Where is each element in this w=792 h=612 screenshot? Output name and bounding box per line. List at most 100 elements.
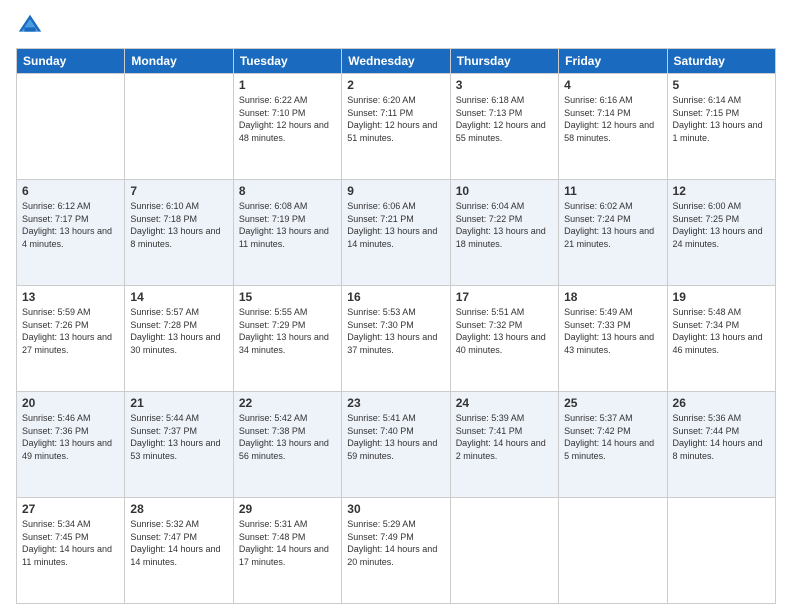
- day-number: 27: [22, 502, 119, 516]
- day-cell: 10 Sunrise: 6:04 AM Sunset: 7:22 PM Dayli…: [450, 180, 558, 286]
- day-info: Sunrise: 6:22 AM Sunset: 7:10 PM Dayligh…: [239, 94, 336, 144]
- day-info: Sunrise: 5:53 AM Sunset: 7:30 PM Dayligh…: [347, 306, 444, 356]
- day-cell: 7 Sunrise: 6:10 AM Sunset: 7:18 PM Daylig…: [125, 180, 233, 286]
- day-cell: [559, 498, 667, 604]
- day-cell: 13Sunrise: 5:59 AM Sunset: 7:26 PM Dayli…: [17, 286, 125, 392]
- logo: [16, 12, 46, 40]
- day-number: 8: [239, 184, 336, 198]
- day-info: Sunrise: 6:18 AM Sunset: 7:13 PM Dayligh…: [456, 94, 553, 144]
- week-row-2: 6Sunrise: 6:12 AM Sunset: 7:17 PM Daylig…: [17, 180, 776, 286]
- day-cell: 19 Sunrise: 5:48 AM Sunset: 7:34 PM Dayli…: [667, 286, 775, 392]
- day-info: Sunrise: 6:02 AM Sunset: 7:24 PM Dayligh…: [564, 200, 661, 250]
- day-number: 5: [673, 78, 770, 92]
- page: SundayMondayTuesdayWednesdayThursdayFrid…: [0, 0, 792, 612]
- day-info: Sunrise: 6:10 AM Sunset: 7:18 PM Dayligh…: [130, 200, 227, 250]
- day-number: 19: [673, 290, 770, 304]
- day-number: 9: [347, 184, 444, 198]
- day-info: Sunrise: 5:36 AM Sunset: 7:44 PM Dayligh…: [673, 412, 770, 462]
- day-info: Sunrise: 5:46 AM Sunset: 7:36 PM Dayligh…: [22, 412, 119, 462]
- day-number: 3: [456, 78, 553, 92]
- weekday-header-tuesday: Tuesday: [233, 49, 341, 74]
- day-cell: 29 Sunrise: 5:31 AM Sunset: 7:48 PM Dayli…: [233, 498, 341, 604]
- day-info: Sunrise: 5:48 AM Sunset: 7:34 PM Dayligh…: [673, 306, 770, 356]
- day-info: Sunrise: 6:12 AM Sunset: 7:17 PM Dayligh…: [22, 200, 119, 250]
- day-info: Sunrise: 5:49 AM Sunset: 7:33 PM Dayligh…: [564, 306, 661, 356]
- day-cell: [125, 74, 233, 180]
- day-cell: 24 Sunrise: 5:39 AM Sunset: 7:41 PM Dayli…: [450, 392, 558, 498]
- day-number: 30: [347, 502, 444, 516]
- day-cell: 20 Sunrise: 5:46 AM Sunset: 7:36 PM Dayli…: [17, 392, 125, 498]
- day-number: 25: [564, 396, 661, 410]
- day-number: 26: [673, 396, 770, 410]
- day-info: Sunrise: 5:42 AM Sunset: 7:38 PM Dayligh…: [239, 412, 336, 462]
- week-row-1: 1Sunrise: 6:22 AM Sunset: 7:10 PM Daylig…: [17, 74, 776, 180]
- day-number: 21: [130, 396, 227, 410]
- day-cell: 22 Sunrise: 5:42 AM Sunset: 7:38 PM Dayli…: [233, 392, 341, 498]
- day-number: 15: [239, 290, 336, 304]
- day-cell: 1Sunrise: 6:22 AM Sunset: 7:10 PM Daylig…: [233, 74, 341, 180]
- day-cell: 12 Sunrise: 6:00 AM Sunset: 7:25 PM Dayli…: [667, 180, 775, 286]
- day-cell: [667, 498, 775, 604]
- day-cell: 18Sunrise: 5:49 AM Sunset: 7:33 PM Dayli…: [559, 286, 667, 392]
- day-number: 28: [130, 502, 227, 516]
- day-info: Sunrise: 6:16 AM Sunset: 7:14 PM Dayligh…: [564, 94, 661, 144]
- day-number: 23: [347, 396, 444, 410]
- day-cell: 17 Sunrise: 5:51 AM Sunset: 7:32 PM Dayli…: [450, 286, 558, 392]
- day-info: Sunrise: 5:51 AM Sunset: 7:32 PM Dayligh…: [456, 306, 553, 356]
- day-info: Sunrise: 5:32 AM Sunset: 7:47 PM Dayligh…: [130, 518, 227, 568]
- day-number: 10: [456, 184, 553, 198]
- day-number: 11: [564, 184, 661, 198]
- day-cell: 8 Sunrise: 6:08 AM Sunset: 7:19 PM Daylig…: [233, 180, 341, 286]
- day-number: 2: [347, 78, 444, 92]
- day-info: Sunrise: 5:39 AM Sunset: 7:41 PM Dayligh…: [456, 412, 553, 462]
- day-cell: [17, 74, 125, 180]
- day-info: Sunrise: 5:37 AM Sunset: 7:42 PM Dayligh…: [564, 412, 661, 462]
- logo-icon: [16, 12, 44, 40]
- day-cell: 25 Sunrise: 5:37 AM Sunset: 7:42 PM Dayli…: [559, 392, 667, 498]
- weekday-header-wednesday: Wednesday: [342, 49, 450, 74]
- day-cell: 9 Sunrise: 6:06 AM Sunset: 7:21 PM Daylig…: [342, 180, 450, 286]
- day-cell: 26 Sunrise: 5:36 AM Sunset: 7:44 PM Dayli…: [667, 392, 775, 498]
- day-number: 22: [239, 396, 336, 410]
- calendar-table: SundayMondayTuesdayWednesdayThursdayFrid…: [16, 48, 776, 604]
- weekday-header-friday: Friday: [559, 49, 667, 74]
- day-cell: 27 Sunrise: 5:34 AM Sunset: 7:45 PM Dayli…: [17, 498, 125, 604]
- day-info: Sunrise: 6:14 AM Sunset: 7:15 PM Dayligh…: [673, 94, 770, 144]
- week-row-5: 27 Sunrise: 5:34 AM Sunset: 7:45 PM Dayli…: [17, 498, 776, 604]
- day-number: 12: [673, 184, 770, 198]
- day-cell: 16 Sunrise: 5:53 AM Sunset: 7:30 PM Dayli…: [342, 286, 450, 392]
- day-number: 7: [130, 184, 227, 198]
- day-info: Sunrise: 6:00 AM Sunset: 7:25 PM Dayligh…: [673, 200, 770, 250]
- day-info: Sunrise: 5:44 AM Sunset: 7:37 PM Dayligh…: [130, 412, 227, 462]
- day-info: Sunrise: 6:06 AM Sunset: 7:21 PM Dayligh…: [347, 200, 444, 250]
- day-cell: 23 Sunrise: 5:41 AM Sunset: 7:40 PM Dayli…: [342, 392, 450, 498]
- weekday-header-saturday: Saturday: [667, 49, 775, 74]
- day-info: Sunrise: 5:31 AM Sunset: 7:48 PM Dayligh…: [239, 518, 336, 568]
- day-number: 16: [347, 290, 444, 304]
- day-cell: 14Sunrise: 5:57 AM Sunset: 7:28 PM Dayli…: [125, 286, 233, 392]
- day-cell: 3 Sunrise: 6:18 AM Sunset: 7:13 PM Daylig…: [450, 74, 558, 180]
- day-cell: 11 Sunrise: 6:02 AM Sunset: 7:24 PM Dayli…: [559, 180, 667, 286]
- weekday-header-monday: Monday: [125, 49, 233, 74]
- day-cell: 21 Sunrise: 5:44 AM Sunset: 7:37 PM Dayli…: [125, 392, 233, 498]
- day-cell: [450, 498, 558, 604]
- day-info: Sunrise: 5:34 AM Sunset: 7:45 PM Dayligh…: [22, 518, 119, 568]
- weekday-header-row: SundayMondayTuesdayWednesdayThursdayFrid…: [17, 49, 776, 74]
- day-cell: 4 Sunrise: 6:16 AM Sunset: 7:14 PM Daylig…: [559, 74, 667, 180]
- day-cell: 5 Sunrise: 6:14 AM Sunset: 7:15 PM Daylig…: [667, 74, 775, 180]
- day-info: Sunrise: 6:08 AM Sunset: 7:19 PM Dayligh…: [239, 200, 336, 250]
- header: [16, 12, 776, 40]
- day-info: Sunrise: 5:29 AM Sunset: 7:49 PM Dayligh…: [347, 518, 444, 568]
- day-number: 29: [239, 502, 336, 516]
- week-row-3: 13Sunrise: 5:59 AM Sunset: 7:26 PM Dayli…: [17, 286, 776, 392]
- day-cell: 2 Sunrise: 6:20 AM Sunset: 7:11 PM Daylig…: [342, 74, 450, 180]
- day-info: Sunrise: 5:41 AM Sunset: 7:40 PM Dayligh…: [347, 412, 444, 462]
- day-info: Sunrise: 6:04 AM Sunset: 7:22 PM Dayligh…: [456, 200, 553, 250]
- day-number: 24: [456, 396, 553, 410]
- day-info: Sunrise: 6:20 AM Sunset: 7:11 PM Dayligh…: [347, 94, 444, 144]
- day-cell: 30 Sunrise: 5:29 AM Sunset: 7:49 PM Dayli…: [342, 498, 450, 604]
- day-number: 17: [456, 290, 553, 304]
- weekday-header-thursday: Thursday: [450, 49, 558, 74]
- day-number: 4: [564, 78, 661, 92]
- day-number: 20: [22, 396, 119, 410]
